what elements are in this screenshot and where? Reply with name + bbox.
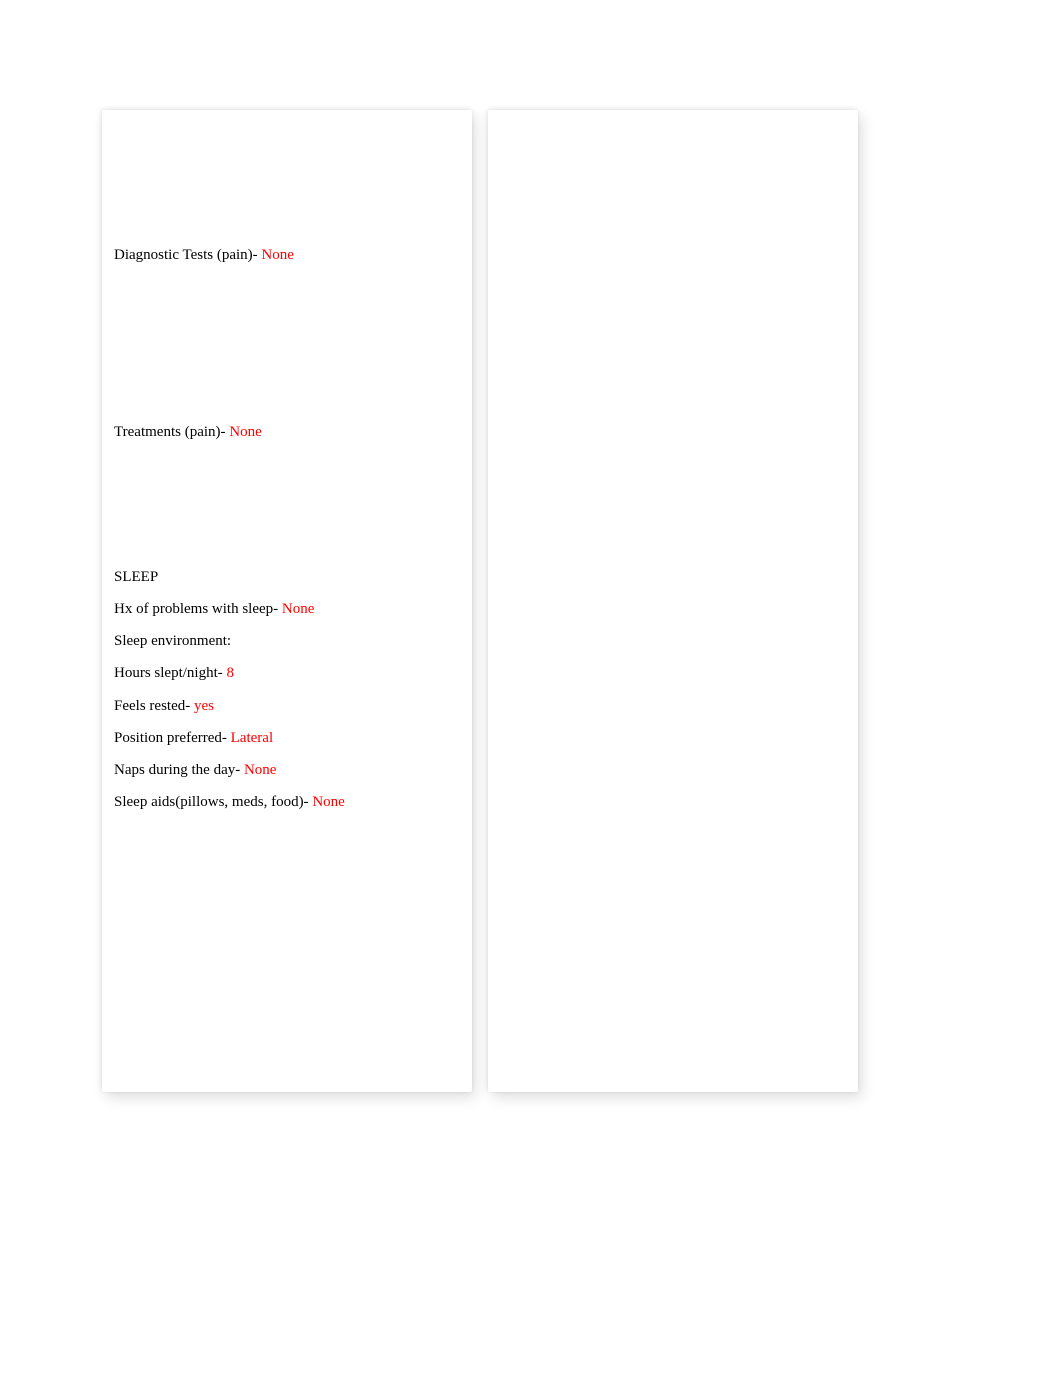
position-preferred-label: Position preferred-: [114, 730, 231, 746]
diagnostic-tests-label: Diagnostic Tests (pain)-: [114, 247, 261, 263]
treatments-value: None: [229, 424, 262, 440]
naps-line: Naps during the day- None: [114, 760, 460, 780]
hx-sleep-value: None: [282, 601, 315, 617]
spacer: [114, 277, 460, 422]
sleep-header-text: SLEEP: [114, 569, 158, 585]
naps-label: Naps during the day-: [114, 762, 244, 778]
position-preferred-line: Position preferred- Lateral: [114, 728, 460, 748]
naps-value: None: [244, 762, 277, 778]
feels-rested-label: Feels rested-: [114, 698, 194, 714]
treatments-line: Treatments (pain)- None: [114, 422, 460, 442]
hours-slept-value: 8: [227, 665, 235, 681]
page-right: [488, 110, 858, 1092]
hours-slept-label: Hours slept/night-: [114, 665, 227, 681]
position-preferred-value: Lateral: [231, 730, 273, 746]
sleep-aids-label: Sleep aids(pillows, meds, food)-: [114, 794, 312, 810]
hours-slept-line: Hours slept/night- 8: [114, 663, 460, 683]
feels-rested-line: Feels rested- yes: [114, 696, 460, 716]
page-left: Diagnostic Tests (pain)- None Treatments…: [102, 110, 472, 1092]
sleep-aids-line: Sleep aids(pillows, meds, food)- None: [114, 792, 460, 812]
hx-sleep-label: Hx of problems with sleep-: [114, 601, 282, 617]
sleep-aids-value: None: [312, 794, 345, 810]
sleep-header: SLEEP: [114, 567, 460, 587]
sleep-environment-label: Sleep environment:: [114, 633, 231, 649]
hx-sleep-line: Hx of problems with sleep- None: [114, 599, 460, 619]
diagnostic-tests-value: None: [261, 247, 294, 263]
diagnostic-tests-line: Diagnostic Tests (pain)- None: [114, 245, 460, 265]
sleep-environment-line: Sleep environment:: [114, 631, 460, 651]
treatments-label: Treatments (pain)-: [114, 424, 229, 440]
feels-rested-value: yes: [194, 698, 214, 714]
document-spread: Diagnostic Tests (pain)- None Treatments…: [102, 110, 858, 1092]
spacer: [114, 455, 460, 567]
